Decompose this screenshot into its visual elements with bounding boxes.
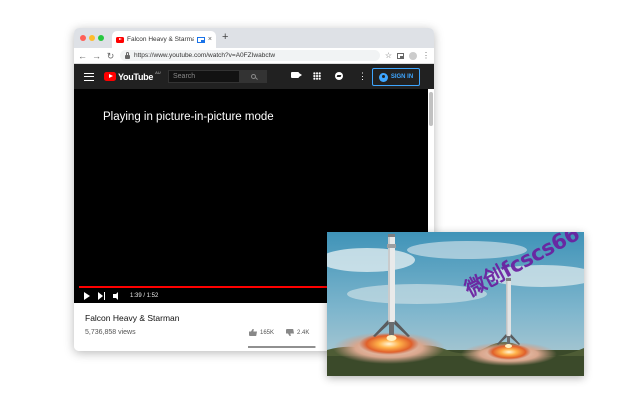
close-window-button[interactable] [80,35,86,41]
browser-toolbar: ← → ↻ https://www.youtube.com/watch?v=A0… [74,48,434,64]
apps-grid-icon[interactable] [313,72,321,80]
search-input[interactable]: Search [168,70,240,83]
youtube-logo[interactable]: YouTube AU [104,70,161,82]
browser-tab[interactable]: Falcon Heavy & Starman × [112,31,216,48]
dislike-button[interactable]: 2.4K [286,329,309,336]
scrollbar-thumb[interactable] [429,92,433,126]
like-button[interactable]: 165K [249,329,274,336]
thumbs-up-icon [249,329,257,336]
picture-in-picture-indicator-icon [196,36,205,43]
youtube-logo-text: YouTube [118,71,154,82]
sign-in-label: SIGN IN [390,74,414,80]
youtube-play-logo-icon [104,72,116,81]
forward-arrow-icon[interactable]: → [92,51,101,61]
search-button[interactable] [240,70,267,83]
view-count: 5,736,858 views [85,329,136,336]
tab-close-icon[interactable]: × [208,36,212,43]
like-ratio-bar [248,346,316,348]
youtube-favicon-icon [116,36,124,43]
youtube-region-label: AU [155,70,161,75]
messages-icon[interactable] [335,72,343,80]
sign-in-button[interactable]: SIGN IN [372,68,420,86]
picture-in-picture-window[interactable]: 微创fcscs66 [327,232,584,376]
next-video-icon[interactable] [98,292,105,300]
address-bar[interactable]: https://www.youtube.com/watch?v=A0FZIwab… [120,50,380,61]
tab-title: Falcon Heavy & Starman [127,36,194,43]
create-video-icon[interactable] [291,72,302,78]
bookmark-star-icon[interactable]: ☆ [385,51,392,60]
reload-icon[interactable]: ↻ [106,51,115,61]
time-display: 1:39 / 1:52 [130,293,159,299]
browser-menu-icon[interactable]: ⋮ [422,51,430,60]
stage: Falcon Heavy & Starman × + ← → ↻ https:/… [0,0,640,400]
thumbs-down-icon [286,329,294,336]
like-ratio-fill [248,346,316,348]
dislike-count: 2.4K [297,329,310,336]
youtube-header: YouTube AU Search ⋮ SIGN IN [74,64,434,89]
video-title: Falcon Heavy & Starman [85,313,180,323]
hamburger-menu-icon[interactable] [84,72,94,81]
pip-status-message: Playing in picture-in-picture mode [103,111,274,123]
new-tab-button[interactable]: + [222,31,228,43]
back-arrow-icon[interactable]: ← [78,51,87,61]
like-count: 165K [260,329,275,336]
settings-more-icon[interactable]: ⋮ [358,70,367,82]
minimize-window-button[interactable] [89,35,95,41]
lock-icon [125,51,130,59]
player-controls: 1:39 / 1:52 [84,292,158,300]
profile-avatar-icon[interactable] [409,51,417,60]
maximize-window-button[interactable] [98,35,104,41]
play-icon[interactable] [84,292,90,300]
picture-in-picture-extension-icon[interactable] [397,52,404,59]
url-text: https://www.youtube.com/watch?v=A0FZIwab… [134,52,276,59]
account-circle-icon [378,72,388,82]
search-icon [251,74,256,79]
tab-strip: Falcon Heavy & Starman × + [74,28,434,48]
volume-icon[interactable] [113,292,122,300]
